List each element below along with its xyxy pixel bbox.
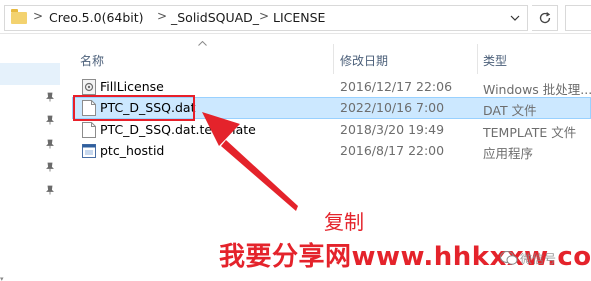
file-date: 2016/8/17 22:00 (340, 143, 445, 158)
refresh-icon (539, 12, 550, 24)
pin-icon[interactable] (45, 115, 55, 125)
search-input[interactable] (565, 5, 591, 31)
file-row[interactable]: PTC_D_SSQ.dat.template 2018/3/20 19:49 T… (72, 119, 591, 141)
chevron-down-icon[interactable] (504, 10, 526, 28)
address-bar: > Creo.5.0(64bit) > _SolidSQUAD_ > LICEN… (0, 0, 591, 34)
column-header-name[interactable]: 名称 (80, 52, 104, 69)
folder-icon (11, 9, 27, 24)
column-divider[interactable] (333, 44, 334, 74)
chat-bubble-icon (500, 251, 518, 265)
navigation-pane: ▾ (0, 35, 60, 281)
scroll-down-icon[interactable]: ▾ (0, 275, 8, 281)
pin-icon[interactable] (45, 92, 55, 102)
column-header-date[interactable]: 修改日期 (340, 52, 388, 69)
pin-icon[interactable] (45, 162, 55, 172)
file-type: Windows 批处理... (483, 82, 591, 97)
pin-icon[interactable] (45, 185, 55, 195)
file-date: 2022/10/16 7:00 (340, 100, 445, 115)
sort-ascending-icon (198, 39, 207, 49)
file-type: TEMPLATE 文件 (483, 125, 577, 140)
breadcrumb[interactable]: > Creo.5.0(64bit) > _SolidSQUAD_ > LICEN… (4, 5, 528, 31)
file-date: 2016/12/17 22:06 (340, 79, 453, 94)
highlight-box (73, 95, 195, 121)
breadcrumb-item-solidsquad[interactable]: _SolidSQUAD_ (171, 10, 259, 25)
breadcrumb-item-license[interactable]: LICENSE (273, 10, 325, 25)
file-date: 2018/3/20 19:49 (340, 122, 445, 137)
application-icon (82, 144, 96, 158)
watermark: 微信号 (500, 248, 580, 270)
file-type: 应用程序 (483, 146, 534, 161)
file-name: FillLicense (100, 79, 164, 94)
column-header-type[interactable]: 类型 (483, 52, 507, 69)
breadcrumb-item-creo[interactable]: Creo.5.0(64bit) (49, 10, 144, 25)
breadcrumb-separator[interactable]: > (157, 9, 167, 23)
pin-icon[interactable] (45, 139, 55, 149)
breadcrumb-separator[interactable]: > (33, 9, 43, 23)
file-name: ptc_hostid (100, 143, 165, 158)
annotation-copy-label: 复制 (324, 210, 364, 234)
file-type: DAT 文件 (483, 103, 537, 118)
column-divider[interactable] (477, 44, 478, 74)
file-name: PTC_D_SSQ.dat.template (100, 122, 256, 137)
nav-item-selected[interactable] (0, 63, 60, 85)
breadcrumb-separator[interactable]: > (259, 9, 269, 23)
file-row[interactable]: ptc_hostid 2016/8/17 22:00 应用程序 (72, 140, 591, 162)
refresh-button[interactable] (532, 5, 558, 31)
column-header-row: 名称 修改日期 类型 (72, 35, 591, 75)
watermark-text: 微信号 (520, 252, 557, 266)
document-icon (82, 122, 96, 138)
batch-file-icon (82, 79, 96, 95)
